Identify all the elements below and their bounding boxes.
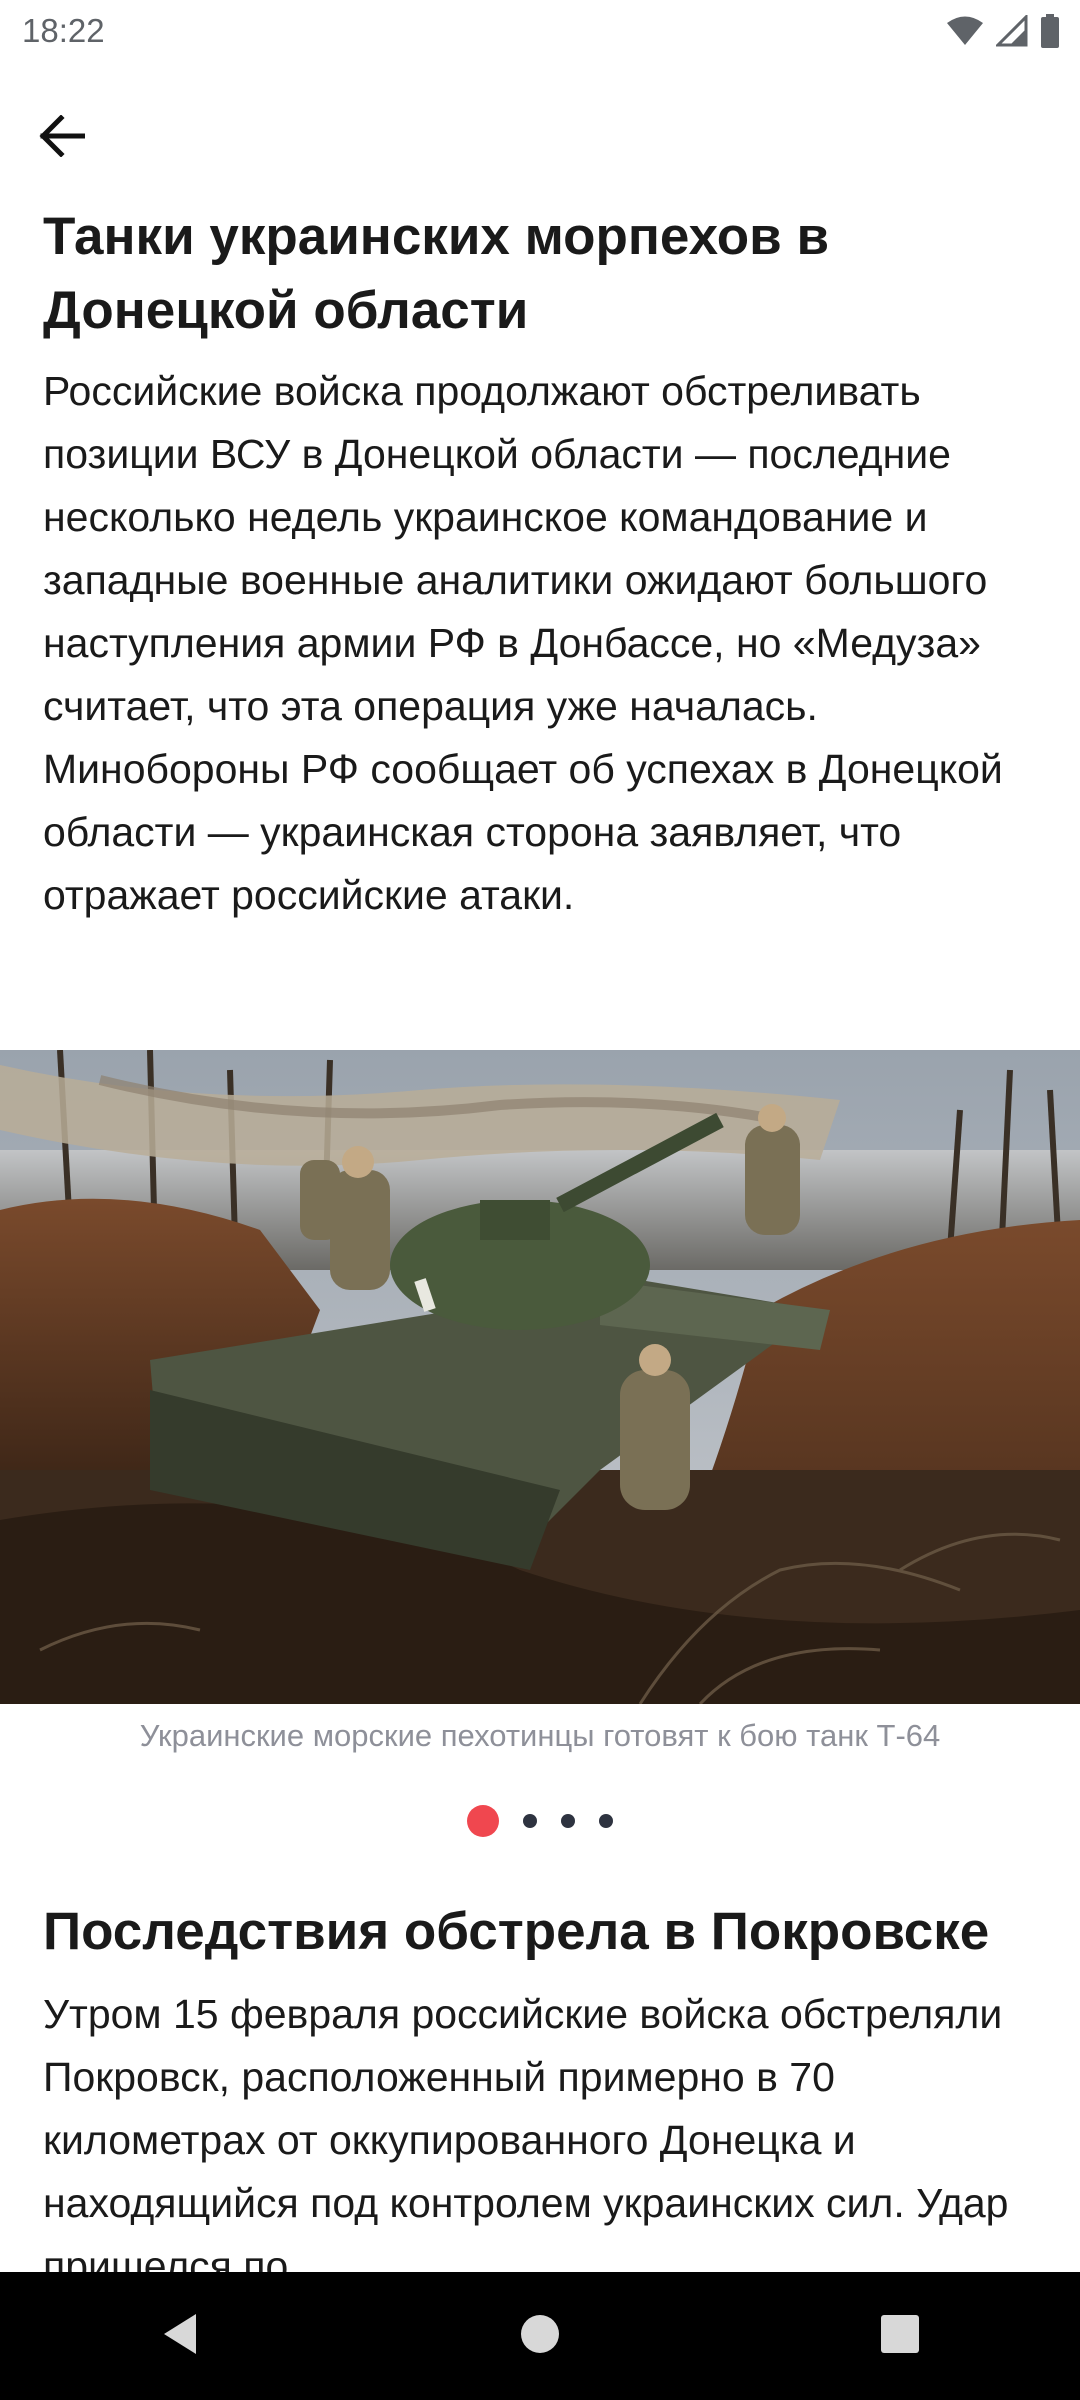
wifi-icon: [946, 16, 984, 51]
article-section-1: Танки украинских морпехов в Донецкой обл…: [43, 200, 1043, 927]
recents-square-icon: [880, 2314, 920, 2359]
back-triangle-icon: [160, 2312, 200, 2361]
pager-dot[interactable]: [561, 1814, 575, 1828]
arrow-left-icon: [39, 113, 86, 162]
status-bar: 18:22: [0, 0, 1080, 63]
photo-caption: Украинские морские пехотинцы готовят к б…: [139, 1718, 941, 1753]
gallery-photo[interactable]: [0, 1050, 1080, 1704]
article-section-2: Последствия обстрела в Покровске Утром 1…: [43, 1895, 1053, 2275]
pager-dot-active[interactable]: [467, 1805, 499, 1837]
pager-dot[interactable]: [523, 1814, 537, 1828]
back-button[interactable]: [30, 106, 94, 170]
battery-icon: [1040, 14, 1060, 53]
section-body: Российские войска продолжают обстреливат…: [43, 368, 1003, 918]
status-icons: [946, 13, 1060, 53]
system-nav-bar: [0, 2272, 1080, 2400]
status-time: 18:22: [22, 12, 105, 49]
nav-back-button[interactable]: [135, 2291, 225, 2381]
home-circle-icon: [520, 2314, 560, 2359]
section-title: Танки украинских морпехов в Донецкой обл…: [43, 207, 830, 340]
nav-recents-button[interactable]: [855, 2291, 945, 2381]
section-title: Последствия обстрела в Покровске: [43, 1902, 990, 1961]
signal-icon: [994, 13, 1028, 52]
gallery-pager[interactable]: [0, 1805, 1080, 1837]
pager-dot[interactable]: [599, 1814, 613, 1828]
section-body: Утром 15 февраля российские войска обстр…: [43, 1991, 1009, 2275]
nav-home-button[interactable]: [495, 2291, 585, 2381]
